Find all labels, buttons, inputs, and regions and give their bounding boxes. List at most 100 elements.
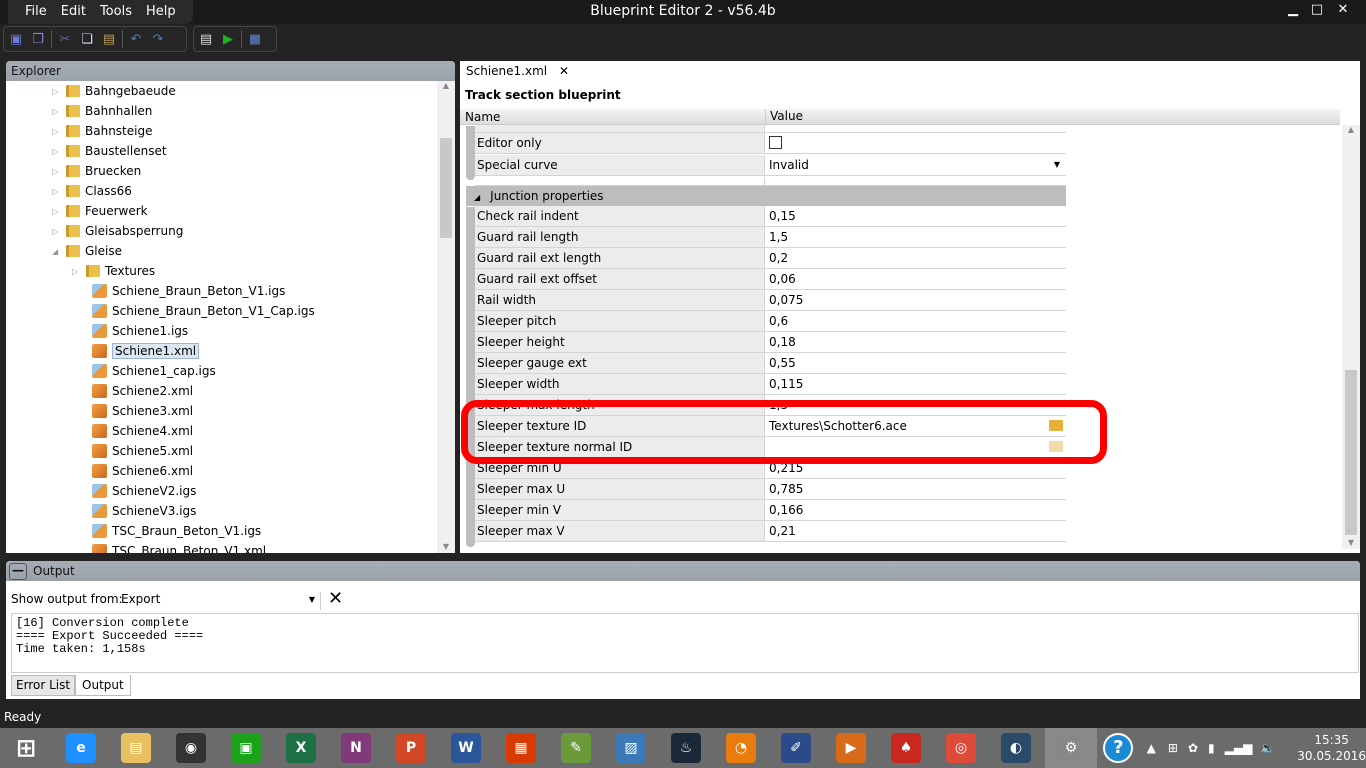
tree-item[interactable]: Schiene_Braun_Beton_V1.igs (78, 281, 285, 301)
tree-item[interactable]: TSC_Braun_Beton_V1.xml (78, 541, 266, 553)
clear-output-icon[interactable]: ✕ (328, 588, 343, 609)
property-value[interactable]: 0,55 (765, 353, 1066, 373)
property-row[interactable]: Guard rail ext length 0,2 (475, 248, 1066, 269)
property-row[interactable]: Sleeper min U 0,215 (475, 458, 1066, 479)
tree-item[interactable]: Schiene3.xml (78, 401, 193, 421)
redo-icon[interactable]: ↷ (149, 30, 167, 48)
property-row[interactable]: Editor only (475, 133, 1066, 154)
expand-arrow-icon[interactable]: ▷ (52, 127, 62, 136)
property-row[interactable]: Sleeper max U 0,785 (475, 479, 1066, 500)
property-row[interactable]: Sleeper pitch 0,6 (475, 311, 1066, 332)
property-value[interactable]: 0,18 (765, 332, 1066, 352)
undo-icon[interactable]: ↶ (127, 30, 145, 48)
word-icon[interactable]: W (440, 728, 492, 768)
expand-arrow-icon[interactable]: ▷ (52, 227, 62, 236)
expand-arrow-icon[interactable]: ▷ (52, 187, 62, 196)
acrobat-icon[interactable]: ♠ (880, 728, 932, 768)
expand-arrow-icon[interactable]: ▷ (72, 267, 82, 276)
tab-error-list[interactable]: Error List (11, 675, 76, 696)
property-value[interactable]: 0,15 (765, 206, 1066, 226)
property-value[interactable]: Textures\Schotter6.ace (765, 416, 1066, 436)
property-row[interactable]: Sleeper width 0,115 (475, 374, 1066, 395)
group-junction-properties[interactable]: ◢ Junction properties (466, 186, 1066, 206)
property-value[interactable]: 1,5 (765, 395, 1066, 415)
browse-folder-icon[interactable] (1049, 420, 1063, 431)
export-icon[interactable]: ▤ (197, 30, 215, 48)
internet-explorer-icon[interactable]: e (55, 728, 107, 768)
minimize-button[interactable]: ▁ (1282, 2, 1304, 20)
expanded-arrow-icon[interactable]: ◢ (52, 247, 62, 256)
expand-arrow-icon[interactable]: ▷ (52, 207, 62, 216)
tree-item[interactable]: Schiene4.xml (78, 421, 193, 441)
property-row[interactable]: Sleeper texture normal ID (475, 437, 1066, 458)
close-button[interactable]: ✕ (1332, 2, 1354, 20)
property-row[interactable]: Sleeper texture ID Textures\Schotter6.ace (475, 416, 1066, 437)
property-value[interactable]: Invalid ▼ (765, 155, 1066, 175)
tree-item[interactable]: Schiene_Braun_Beton_V1_Cap.igs (78, 301, 315, 321)
battery-icon[interactable]: ▮ (1208, 741, 1215, 755)
tab-tsc-lf[interactable]: TSC_LF_4_1_DS_hoch_sauber.xml (575, 61, 787, 81)
property-row[interactable]: Special curve Invalid ▼ (475, 155, 1066, 176)
copy-icon[interactable]: ❏ (78, 30, 96, 48)
property-row[interactable]: Sleeper min V 0,166 (475, 500, 1066, 521)
property-value[interactable]: 0,115 (765, 374, 1066, 394)
tray-overflow-icon[interactable]: ▲ (1147, 741, 1156, 755)
explorer-scrollbar[interactable]: ▲ ▼ (437, 81, 455, 553)
property-row[interactable]: Check rail indent 0,15 (475, 206, 1066, 227)
tree-item[interactable]: ▷ Feuerwerk (52, 201, 148, 221)
tab-schiene1[interactable]: Schiene1.xml ✕ (460, 61, 575, 81)
property-value[interactable]: 0,075 (765, 290, 1066, 310)
output-log[interactable]: [16] Conversion complete ==== Export Suc… (11, 613, 1359, 673)
property-row[interactable]: Guard rail length 1,5 (475, 227, 1066, 248)
start-icon[interactable]: ⊞ (0, 728, 52, 768)
save-all-icon[interactable]: ❐ (29, 30, 47, 48)
property-value[interactable]: 0,6 (765, 311, 1066, 331)
tree-item[interactable]: ▷ Class66 (52, 181, 132, 201)
property-value[interactable]: 0,166 (765, 500, 1066, 520)
property-value[interactable] (765, 133, 1066, 153)
expand-arrow-icon[interactable]: ▷ (52, 147, 62, 156)
settings-icon[interactable]: ⚙ (1045, 728, 1097, 768)
property-value[interactable]: 0,06 (765, 269, 1066, 289)
property-row[interactable]: Sleeper max V 0,21 (475, 521, 1066, 542)
collapse-output-button[interactable]: — (9, 562, 27, 580)
signal-icon[interactable]: ▂▄▆ (1225, 741, 1253, 755)
chrome-icon[interactable]: ◎ (935, 728, 987, 768)
tree-item[interactable]: ▷ Bahngebaeude (52, 81, 176, 101)
tree-item[interactable]: TSC_Braun_Beton_V1.igs (78, 521, 261, 541)
tree-item[interactable]: ▷ Bahnsteige (52, 121, 152, 141)
help-icon[interactable]: ? (1100, 728, 1137, 768)
cut-icon[interactable]: ✂ (56, 30, 74, 48)
tree-item[interactable]: ◢ Gleise (52, 241, 122, 261)
tab-overflow-icon[interactable]: ▼ (1344, 64, 1352, 75)
property-value[interactable] (765, 437, 1066, 457)
media-icon[interactable]: ▶ (825, 728, 877, 768)
property-row[interactable]: Rail width 0,075 (475, 290, 1066, 311)
tree-item[interactable]: Schiene1.xml (78, 341, 200, 361)
clock[interactable]: 15:35 30.05.2016 (1297, 732, 1366, 764)
tab-output[interactable]: Output (75, 675, 131, 696)
steam-icon[interactable]: ♨ (660, 728, 712, 768)
tree-item[interactable]: Schiene6.xml (78, 461, 193, 481)
property-row[interactable]: Sleeper max length 1,5 (475, 395, 1066, 416)
office-icon[interactable]: ▦ (495, 728, 547, 768)
stop-icon[interactable]: ■ (246, 30, 264, 48)
maximize-button[interactable]: □ (1306, 2, 1328, 20)
blender-icon[interactable]: ◔ (715, 728, 767, 768)
paste-icon[interactable]: ▤ (100, 30, 118, 48)
tree-item[interactable]: ▷ Textures (72, 261, 155, 281)
browse-folder-icon[interactable] (1049, 441, 1063, 452)
tree-item[interactable]: ▷ Bruecken (52, 161, 141, 181)
photos-icon[interactable]: ▨ (605, 728, 657, 768)
expand-arrow-icon[interactable]: ▷ (52, 87, 62, 96)
notepad-plus-icon[interactable]: ✎ (550, 728, 602, 768)
tree-item[interactable]: Schiene1.igs (78, 321, 188, 341)
property-value[interactable]: 0,215 (765, 458, 1066, 478)
tree-item[interactable]: Schiene5.xml (78, 441, 193, 461)
property-value[interactable]: 0,785 (765, 479, 1066, 499)
tree-item[interactable]: ▷ Gleisabsperrung (52, 221, 183, 241)
output-source-select[interactable]: Export ▼ (121, 592, 321, 610)
file-explorer-icon[interactable]: ▤ (110, 728, 162, 768)
audio-icon[interactable]: ◉ (165, 728, 217, 768)
tree-item[interactable]: ▷ Bahnhallen (52, 101, 152, 121)
